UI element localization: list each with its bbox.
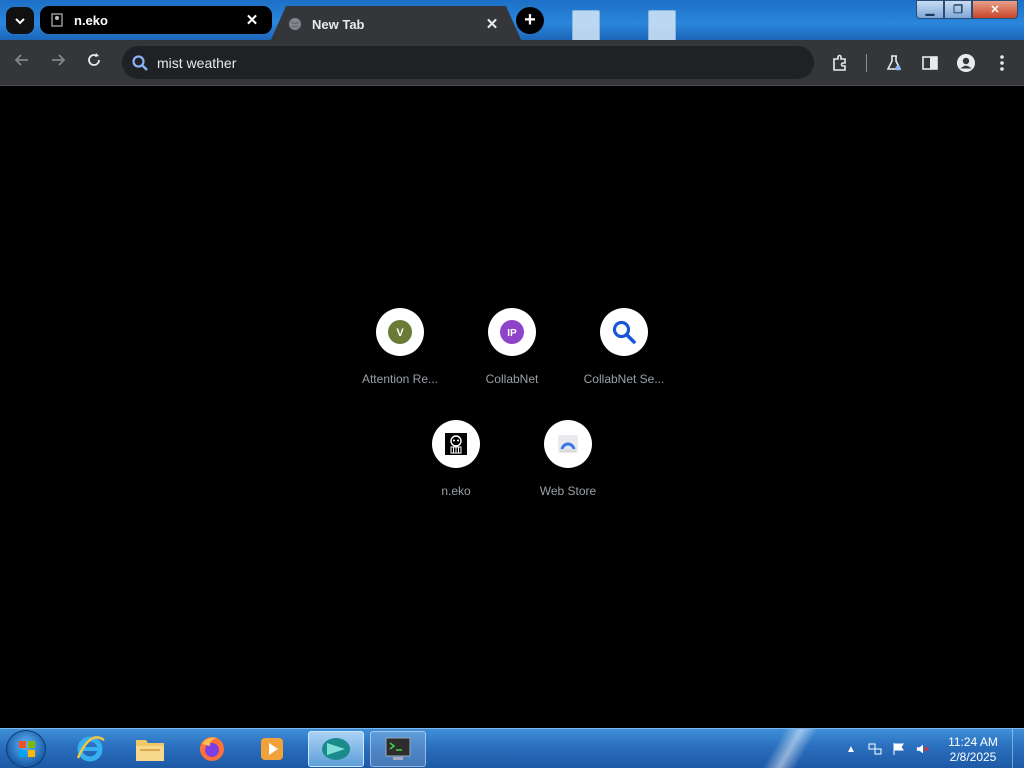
- clock-date: 2/8/2025: [949, 750, 997, 764]
- new-tab-button[interactable]: +: [516, 7, 544, 34]
- chevron-down-icon: [15, 17, 25, 24]
- puzzle-icon: [833, 54, 846, 71]
- show-desktop-button[interactable]: [1012, 729, 1024, 768]
- web-store-icon: [558, 435, 578, 453]
- taskbar-firefox[interactable]: [184, 731, 240, 767]
- shortcut-title: CollabNet Se...: [583, 372, 665, 386]
- window-controls: ▁ ❐ ✕: [916, 0, 1018, 19]
- shortcut-icon: V: [376, 308, 424, 356]
- tab-search-button[interactable]: [6, 7, 34, 34]
- magnifier-icon: [612, 320, 636, 344]
- arrow-right-icon: [52, 54, 66, 66]
- taskbar-media-player[interactable]: [244, 731, 300, 767]
- action-center-flag-icon[interactable]: [892, 742, 906, 756]
- letter-favicon-icon: V: [388, 320, 412, 344]
- clock-time: 11:24 AM: [948, 735, 998, 749]
- neko-icon: [445, 433, 467, 455]
- shortcut-tile[interactable]: CollabNet Se...: [568, 308, 680, 386]
- tab-strip: n.eko ✕ New Tab ✕ + ▁ ❐ ✕: [0, 0, 1024, 42]
- firefox-icon: [200, 737, 224, 761]
- shortcut-title: CollabNet: [485, 372, 539, 386]
- taskbar: ▲ 11:24 AM 2/8/2025: [0, 728, 1024, 768]
- taskbar-browser-app[interactable]: [308, 731, 364, 767]
- forward-button[interactable]: [47, 52, 69, 74]
- address-input[interactable]: [157, 54, 757, 71]
- browser-app-icon: [322, 738, 350, 760]
- menu-button[interactable]: [991, 52, 1013, 74]
- network-icon[interactable]: [868, 742, 882, 756]
- taskbar-internet-explorer[interactable]: [62, 731, 118, 767]
- neko-favicon-icon: [51, 13, 63, 27]
- desktop-file-icon: [648, 10, 676, 42]
- shortcut-title: Web Store: [539, 484, 597, 498]
- tab-neko[interactable]: n.eko ✕: [40, 6, 272, 34]
- shortcut-tile[interactable]: n.eko: [400, 420, 512, 498]
- tab-title: n.eko: [74, 12, 108, 28]
- toolbar-separator: [866, 54, 867, 72]
- address-bar[interactable]: [122, 46, 814, 79]
- shortcut-icon: [432, 420, 480, 468]
- globe-icon: [289, 18, 301, 30]
- close-tab-icon[interactable]: ✕: [244, 12, 260, 29]
- shortcut-icon: IP: [488, 308, 536, 356]
- show-hidden-icons-icon[interactable]: ▲: [844, 742, 858, 756]
- shortcut-tile[interactable]: V Attention Re...: [344, 308, 456, 386]
- windows-logo-icon: [19, 741, 35, 757]
- svg-text:IP: IP: [507, 328, 517, 339]
- terminal-app-icon: [385, 737, 411, 760]
- shortcut-title: n.eko: [441, 484, 471, 498]
- shortcut-icon: [544, 420, 592, 468]
- minimize-button[interactable]: ▁: [916, 0, 944, 19]
- side-panel-button[interactable]: [919, 52, 941, 74]
- browser-toolbar: [0, 40, 1024, 86]
- media-player-icon: [261, 738, 283, 760]
- internet-explorer-icon: [76, 736, 105, 762]
- taskbar-clock[interactable]: 11:24 AM 2/8/2025: [938, 735, 1008, 765]
- system-tray: ▲: [844, 729, 930, 768]
- reload-button[interactable]: [83, 52, 105, 74]
- taskbar-glare: [760, 729, 820, 768]
- shortcut-icon: [600, 308, 648, 356]
- flask-icon: [886, 55, 902, 71]
- shortcut-tile[interactable]: Web Store: [512, 420, 624, 498]
- taskbar-terminal-app[interactable]: [370, 731, 426, 767]
- labs-button[interactable]: [883, 52, 905, 74]
- close-tab-icon[interactable]: ✕: [484, 16, 500, 33]
- letter-favicon-icon: IP: [500, 320, 524, 344]
- back-button[interactable]: [11, 52, 33, 74]
- tab-new-tab[interactable]: New Tab ✕: [270, 6, 522, 42]
- volume-muted-icon[interactable]: [916, 742, 930, 756]
- extensions-button[interactable]: [829, 52, 851, 74]
- avatar-icon: [957, 54, 975, 72]
- taskbar-file-explorer[interactable]: [122, 731, 178, 767]
- shortcut-title: Attention Re...: [361, 372, 439, 386]
- shortcut-tile[interactable]: IP CollabNet: [456, 308, 568, 386]
- restore-button[interactable]: ❐: [944, 0, 972, 19]
- search-icon: [130, 53, 150, 73]
- start-button[interactable]: [6, 730, 46, 768]
- close-window-button[interactable]: ✕: [972, 0, 1018, 19]
- reload-icon: [88, 53, 100, 66]
- arrow-left-icon: [14, 54, 28, 66]
- svg-text:V: V: [396, 327, 404, 339]
- side-panel-icon: [922, 56, 938, 70]
- file-explorer-icon: [136, 740, 164, 761]
- desktop-file-icon: [572, 10, 600, 42]
- tab-title: New Tab: [312, 16, 365, 32]
- profile-button[interactable]: [955, 52, 977, 74]
- kebab-menu-icon: [1000, 55, 1004, 71]
